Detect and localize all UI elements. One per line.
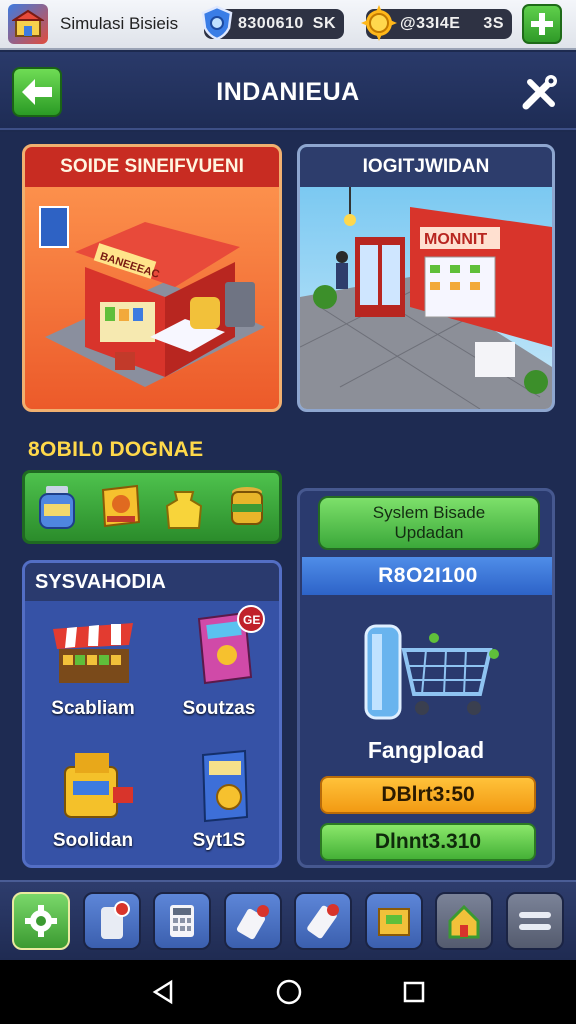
buy-green-button[interactable]: Dlnnt3.310	[320, 823, 536, 861]
menu-button[interactable]	[505, 892, 564, 950]
home-circle-icon[interactable]	[274, 977, 304, 1007]
tools-icon[interactable]	[520, 72, 560, 112]
main-content: SOIDE SINEIFVUENI BANEEEAC IOGITJWIDAN M…	[0, 132, 576, 880]
system-label-market: Scabliam	[51, 698, 135, 719]
settings-button[interactable]	[12, 892, 71, 950]
stock-item-bag[interactable]	[158, 481, 210, 533]
shopping-cart-icon	[364, 624, 499, 720]
shield-gem-icon	[201, 5, 233, 41]
logistics-card[interactable]: IOGITJWIDAN MONNIT	[297, 144, 555, 412]
stock-section-label: 8OBIL0 DOGNAE	[28, 438, 204, 461]
screen-header: INDANIEUA	[0, 52, 576, 130]
jar-icon	[38, 486, 75, 529]
pot-icon	[231, 487, 264, 525]
calculator-icon	[170, 905, 195, 937]
add-currency-button[interactable]	[522, 4, 562, 44]
market-stall-icon	[53, 623, 133, 683]
logistics-sign: MONNIT	[424, 231, 487, 248]
coin-amount: @33I4E	[400, 15, 461, 32]
system-label-register: Soolidan	[52, 830, 134, 851]
upgrade-code: R8O2I100	[302, 557, 552, 595]
stock-item-jar[interactable]	[31, 481, 83, 533]
gem-currency-counter[interactable]: 8300610 SK	[201, 5, 344, 41]
bottom-toolbar	[0, 880, 576, 960]
snack-box-icon	[102, 484, 141, 528]
system-item-coin-book[interactable]: Syt1S	[159, 747, 279, 852]
phone-icon	[100, 901, 130, 939]
system-item-market[interactable]: Scabliam	[33, 611, 153, 720]
store-card-title: SOIDE SINEIFVUENI	[25, 147, 279, 187]
phone-button[interactable]	[82, 892, 141, 950]
home-icon	[448, 904, 480, 939]
upgrade-button-line2: Updadan	[394, 523, 464, 542]
gold-coin-icon	[361, 5, 397, 41]
bag-icon	[165, 491, 202, 529]
menu-icon	[518, 912, 551, 930]
gear-icon	[25, 905, 58, 937]
app-logo-icon	[8, 4, 48, 44]
page-title: INDANIEUA	[216, 78, 360, 106]
card-icon	[236, 905, 269, 940]
coin-currency-counter[interactable]: @33I4E 3S	[361, 5, 512, 41]
calculator-button[interactable]	[153, 892, 212, 950]
card-button[interactable]	[223, 892, 282, 950]
book-badge: GE	[243, 613, 260, 627]
warehouse-illustration: MONNIT	[300, 187, 552, 409]
plus-icon	[531, 13, 553, 35]
upgrade-button-line1: Syslem Bisade	[372, 503, 486, 522]
system-item-book[interactable]: GE Soutzas	[159, 605, 279, 720]
home-button[interactable]	[435, 892, 494, 950]
back-triangle-icon[interactable]	[149, 978, 177, 1006]
system-upgrade-button[interactable]: Syslem Bisade Updadan	[318, 496, 540, 550]
system-nav-bar	[0, 960, 576, 1024]
system-item-register[interactable]: Soolidan	[33, 747, 153, 852]
recent-square-icon[interactable]	[401, 979, 427, 1005]
logistics-card-title: IOGITJWIDAN	[300, 147, 552, 187]
store-illustration: BANEEEAC	[39, 206, 265, 387]
gem-suffix: SK	[312, 15, 336, 32]
top-status-bar: Simulasi Bisieis 8300610 SK @33I4E 3S	[0, 0, 576, 50]
inventory-icon	[377, 908, 410, 936]
upgrade-item-name: Fangpload	[367, 737, 485, 763]
book-icon: GE	[197, 605, 265, 685]
upgrade-panel: Syslem Bisade Updadan R8O2I100 Fangpload…	[297, 488, 555, 868]
systems-title: SYSVAHODIA	[25, 563, 279, 601]
coin-book-icon	[201, 749, 249, 823]
systems-panel: SYSVAHODIA Scabliam GE Soutzas Soolidan …	[22, 560, 282, 868]
phone-card-icon	[307, 904, 340, 939]
app-title: Simulasi Bisieis	[60, 14, 179, 33]
inventory-button[interactable]	[364, 892, 423, 950]
system-label-book: Soutzas	[182, 698, 256, 719]
store-card[interactable]: SOIDE SINEIFVUENI BANEEEAC	[22, 144, 282, 412]
stock-item-pot[interactable]	[221, 481, 273, 533]
stock-bar	[22, 470, 282, 544]
buy-orange-button[interactable]: DBlrt3:50	[320, 776, 536, 814]
coin-suffix: 3S	[483, 15, 504, 32]
system-label-coin-book: Syt1S	[192, 830, 246, 851]
register-icon	[64, 753, 133, 818]
gem-amount: 8300610	[238, 15, 304, 32]
systems-grid: Scabliam GE Soutzas Soolidan Syt1S	[25, 601, 279, 865]
phone-card-button[interactable]	[294, 892, 353, 950]
stock-item-snack-box[interactable]	[94, 481, 146, 533]
